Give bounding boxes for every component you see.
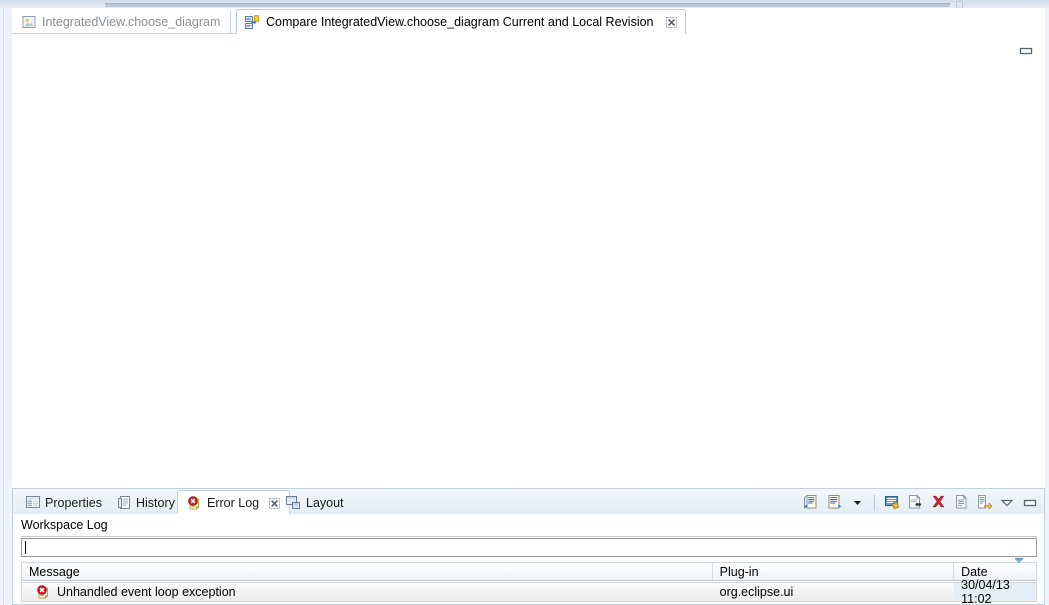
column-header-label: Date [961,564,988,579]
error-log-view-body: Workspace Log Message Plug-in Date Unhan… [12,514,1045,605]
view-tab-label: Error Log [207,496,260,510]
chrome-inner-bar [105,3,950,7]
minimize-icon[interactable] [1018,45,1034,57]
bottom-view-stack: Properties History Error Log Layout Work… [12,488,1045,605]
view-tab-label: History [136,495,175,510]
view-menu-icon[interactable] [997,493,1017,513]
workspace-log-rule [21,536,1037,537]
view-tab-history[interactable]: History [109,491,184,514]
workbench-left-frame [0,8,12,605]
table-row[interactable]: Unhandled event loop exception org.eclip… [21,578,1037,605]
view-tab-error-log[interactable]: Error Log [177,490,291,515]
error-log-icon [187,495,202,511]
column-header-plugin[interactable]: Plug-in [713,563,955,580]
open-log-icon[interactable] [951,493,971,513]
editor-tabbar-separator-right [660,33,1045,34]
view-tab-layout[interactable]: Layout [277,491,353,514]
text-caret [25,541,26,554]
error-log-table: Message Plug-in Date Unhandled event loo… [21,558,1037,605]
editor-area: IntegratedView.choose_diagram Compare In… [12,8,1045,486]
eclipse-workbench-window: IntegratedView.choose_diagram Compare In… [0,0,1049,605]
editor-tab-compare-revision[interactable]: Compare IntegratedView.choose_diagram Cu… [236,9,686,34]
editor-tab-bar: IntegratedView.choose_diagram Compare In… [12,8,1045,34]
error-icon [36,584,51,600]
editor-tabbar-separator [12,33,236,34]
restore-log-icon[interactable] [974,493,994,513]
minimize-icon[interactable] [1020,493,1040,513]
column-header-message[interactable]: Message [22,563,713,580]
compare-editor-icon [245,14,260,30]
column-header-label: Message [29,564,80,579]
cell-message-text: Unhandled event loop exception [57,585,236,599]
export-log-icon[interactable] [801,493,821,513]
cell-message: Unhandled event loop exception [22,583,713,601]
workbench-right-frame [1045,8,1049,605]
open-event-details-icon[interactable] [882,493,902,513]
column-header-label: Plug-in [719,564,759,579]
cell-date: 30/04/13 11:02 [954,578,1036,605]
window-chrome-strip [0,0,1049,9]
close-icon[interactable] [665,16,677,28]
cell-plugin: org.eclipse.ui [719,585,794,599]
image-file-icon [22,15,36,29]
chevron-down-icon[interactable] [847,493,867,513]
delete-log-icon[interactable] [928,493,948,513]
editor-canvas-blank [12,35,1045,486]
view-tab-label: Properties [45,495,102,510]
error-log-table-header: Message Plug-in Date [21,558,1037,581]
left-frame-edge [3,8,4,605]
clear-log-viewer-icon[interactable] [905,493,925,513]
editor-tab-label: Compare IntegratedView.choose_diagram Cu… [266,15,654,29]
editor-tab-label: IntegratedView.choose_diagram [42,14,221,29]
properties-icon [26,496,40,509]
view-tab-properties[interactable]: Properties [17,491,111,514]
error-log-toolbar [801,492,1040,513]
view-tab-bar: Properties History Error Log Layout [12,488,1045,515]
editor-tab-integratedview-choose-diagram[interactable]: IntegratedView.choose_diagram [14,10,232,33]
import-log-icon[interactable] [824,493,844,513]
layout-icon [286,495,301,510]
sort-descending-icon [1012,556,1026,565]
view-tab-label: Layout [306,495,344,510]
workspace-log-label: Workspace Log [21,518,108,532]
toolbar-separator [874,494,875,511]
error-log-filter-input[interactable] [21,538,1037,557]
history-icon [118,495,131,510]
